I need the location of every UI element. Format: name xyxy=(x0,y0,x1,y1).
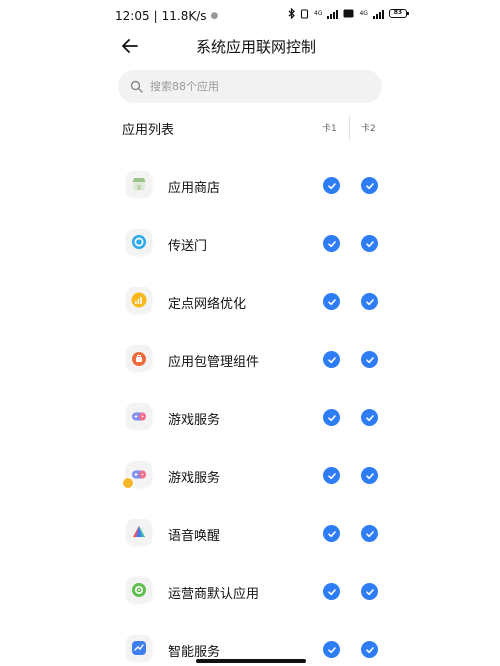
checkmark-icon xyxy=(327,472,336,479)
app-row-carrier-default: 运营商默认应用 xyxy=(0,563,500,621)
column-divider xyxy=(349,115,350,141)
checkmark-icon xyxy=(365,356,374,363)
sim2-network-checkbox[interactable] xyxy=(361,641,378,658)
net-type-label-1: 4G xyxy=(314,10,323,17)
status-time: 12:05 xyxy=(115,9,150,23)
app-label: 语音唤醒 xyxy=(168,529,221,544)
battery-icon: 83 xyxy=(388,9,409,18)
app-label: 运营商默认应用 xyxy=(168,587,260,602)
home-indicator[interactable] xyxy=(196,659,306,663)
sim2-network-checkbox[interactable] xyxy=(361,409,378,426)
page-title: 系统应用联网控制 xyxy=(195,38,316,56)
status-left: 12:05 | 11.8K/s ● xyxy=(115,9,218,23)
app-label: 定点网络优化 xyxy=(168,297,247,312)
sim1-network-checkbox[interactable] xyxy=(323,177,340,194)
sim1-network-checkbox[interactable] xyxy=(323,641,340,658)
app-label: 智能服务 xyxy=(168,645,221,660)
gamepad-icon xyxy=(126,403,152,429)
app-row-package-manager: 应用包管理组件 xyxy=(0,331,500,389)
net-type-label-2: 4G xyxy=(359,10,368,17)
sim1-network-checkbox[interactable] xyxy=(323,525,340,542)
sim1-network-checkbox[interactable] xyxy=(323,409,340,426)
checkmark-icon xyxy=(327,646,336,653)
checkmark-icon xyxy=(365,646,374,653)
sim2-network-checkbox[interactable] xyxy=(361,467,378,484)
portal-icon xyxy=(126,229,152,255)
network-optimize-icon xyxy=(126,287,152,313)
sim1-network-checkbox[interactable] xyxy=(323,293,340,310)
app-label: 游戏服务 xyxy=(168,413,221,428)
checkmark-icon xyxy=(327,414,336,421)
hd-icon xyxy=(343,9,354,18)
checkmark-icon xyxy=(327,356,336,363)
voice-wake-icon xyxy=(126,519,152,545)
app-row-game-service: 游戏服务 xyxy=(0,389,500,447)
vibrate-icon xyxy=(300,8,309,19)
sim2-network-checkbox[interactable] xyxy=(361,351,378,368)
bluetooth-icon xyxy=(288,8,295,19)
status-bar: 12:05 | 11.8K/s ● 4G 4G 83 xyxy=(0,0,500,32)
notification-dot-icon: ● xyxy=(210,11,219,21)
network-speed: 11.8K/s xyxy=(161,9,207,23)
checkmark-icon xyxy=(365,588,374,595)
checkmark-icon xyxy=(365,472,374,479)
app-row-app-store: 应用商店 xyxy=(0,157,500,215)
app-row-voice-wake: 语音唤醒 xyxy=(0,505,500,563)
signal-icon-sim1 xyxy=(327,9,339,19)
checkmark-icon xyxy=(365,182,374,189)
app-row-network-optimize: 定点网络优化 xyxy=(0,273,500,331)
app-label: 应用商店 xyxy=(168,181,221,196)
sim1-network-checkbox[interactable] xyxy=(323,351,340,368)
sim2-network-checkbox[interactable] xyxy=(361,293,378,310)
search-input[interactable] xyxy=(150,80,350,93)
checkmark-icon xyxy=(327,240,336,247)
smart-service-icon xyxy=(126,635,152,661)
sim2-network-checkbox[interactable] xyxy=(361,525,378,542)
checkmark-icon xyxy=(365,530,374,537)
carrier-gear-icon xyxy=(126,577,152,603)
sim1-network-checkbox[interactable] xyxy=(323,467,340,484)
status-right: 4G 4G 83 xyxy=(288,8,409,19)
checkmark-icon xyxy=(365,414,374,421)
status-separator: | xyxy=(153,9,158,23)
package-manager-icon xyxy=(126,345,152,371)
checkmark-icon xyxy=(327,530,336,537)
checkmark-icon xyxy=(365,298,374,305)
app-row-game-service-2: 游戏服务 xyxy=(0,447,500,505)
sim1-network-checkbox[interactable] xyxy=(323,235,340,252)
app-label: 游戏服务 xyxy=(168,471,221,486)
checkmark-icon xyxy=(327,298,336,305)
checkmark-icon xyxy=(327,588,336,595)
app-label: 应用包管理组件 xyxy=(168,355,260,370)
column-header-sim2: 卡2 xyxy=(361,124,376,134)
app-row-portal: 传送门 xyxy=(0,215,500,273)
checkmark-icon xyxy=(365,240,374,247)
app-label: 传送门 xyxy=(168,239,208,254)
signal-icon-sim2 xyxy=(372,9,384,19)
gamepad-badge-icon xyxy=(122,461,152,489)
header: 系统应用联网控制 xyxy=(0,30,500,64)
store-icon xyxy=(126,171,152,197)
column-header-sim1: 卡1 xyxy=(322,124,337,134)
search-icon xyxy=(130,80,143,93)
list-title: 应用列表 xyxy=(122,123,175,138)
checkmark-icon xyxy=(327,182,336,189)
sim2-network-checkbox[interactable] xyxy=(361,583,378,600)
sim2-network-checkbox[interactable] xyxy=(361,177,378,194)
sim2-network-checkbox[interactable] xyxy=(361,235,378,252)
search-bar[interactable] xyxy=(118,70,382,103)
dual-app-badge-icon xyxy=(122,477,134,489)
sim1-network-checkbox[interactable] xyxy=(323,583,340,600)
